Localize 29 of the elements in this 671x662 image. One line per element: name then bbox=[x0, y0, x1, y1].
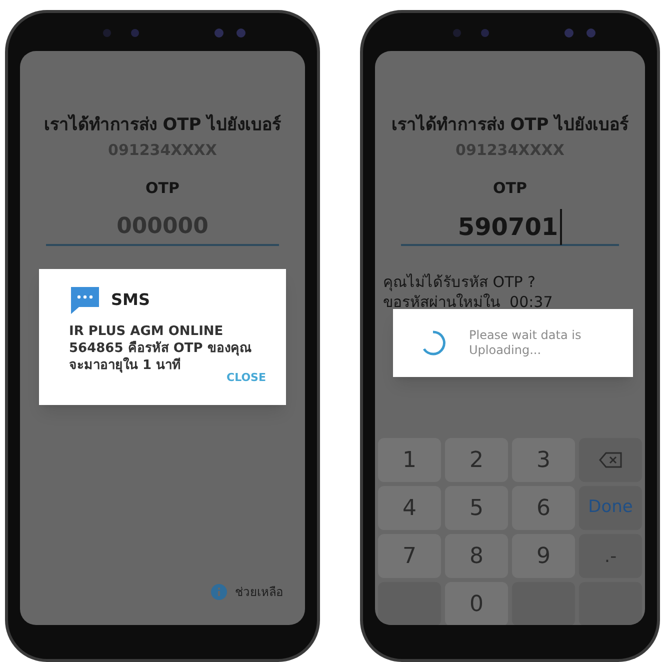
screen-title: เราได้ทำการส่ง OTP ไปยังเบอร์ bbox=[44, 113, 282, 137]
help-link[interactable]: ช่วยเหลือ bbox=[235, 583, 283, 601]
info-icon bbox=[211, 584, 227, 600]
close-button[interactable]: CLOSE bbox=[226, 370, 266, 386]
digit-key[interactable]: 8 bbox=[445, 534, 508, 578]
screen-title: เราได้ทำการส่ง OTP ไปยังเบอร์ bbox=[391, 113, 629, 137]
message-line: 564865 คือรหัส OTP ของคุณ bbox=[69, 340, 252, 357]
otp-label: OTP bbox=[493, 178, 527, 199]
resend-text: ขอรหัสผ่านใหม่ใน 00:37 bbox=[383, 292, 554, 312]
symbol-key[interactable]: .- bbox=[579, 534, 642, 578]
message-line: IR PLUS AGM ONLINE bbox=[69, 323, 224, 340]
resend-text: คุณไม่ได้รับรหัส OTP ? bbox=[383, 272, 537, 292]
message-line: จะมาอายุใน 1 นาที bbox=[69, 357, 182, 374]
otp-label: OTP bbox=[146, 178, 180, 199]
digit-key[interactable]: 5 bbox=[445, 486, 508, 530]
chat-icon bbox=[69, 285, 101, 315]
digit-key[interactable]: 1 bbox=[378, 438, 441, 482]
otp-field[interactable]: 590701 bbox=[401, 210, 619, 246]
dialog-title: SMS bbox=[111, 289, 150, 311]
loading-message: Please wait data is Uploading... bbox=[469, 328, 582, 358]
digit-key[interactable]: 0 bbox=[445, 582, 508, 625]
backspace-icon bbox=[598, 452, 622, 468]
digit-key[interactable]: 4 bbox=[378, 486, 441, 530]
digit-key[interactable]: 6 bbox=[512, 486, 575, 530]
digit-key[interactable]: 9 bbox=[512, 534, 575, 578]
digit-key[interactable]: 2 bbox=[445, 438, 508, 482]
digit-key[interactable]: 3 bbox=[512, 438, 575, 482]
digit-key[interactable]: 7 bbox=[378, 534, 441, 578]
backspace-key[interactable] bbox=[579, 438, 642, 482]
